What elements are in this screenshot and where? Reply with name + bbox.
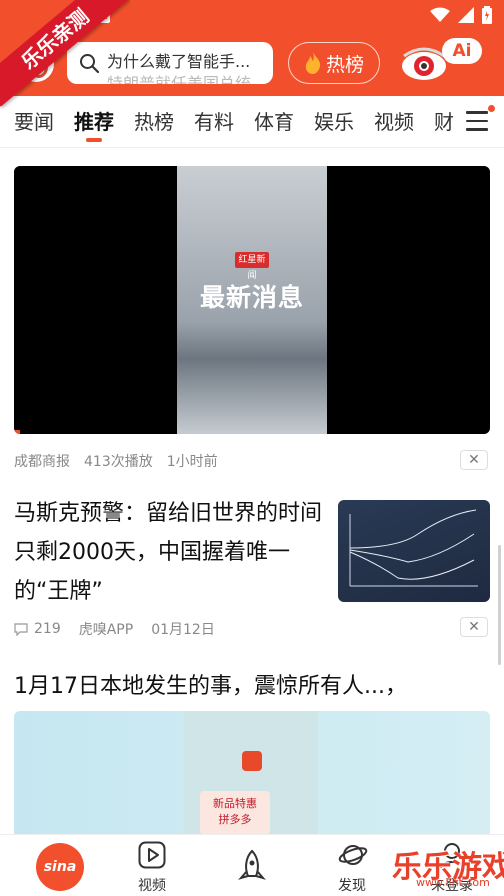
nav-home[interactable]: sina: [10, 835, 90, 896]
hot-list-button[interactable]: 热榜: [288, 42, 380, 84]
signal-icon: [458, 7, 474, 23]
promo-tag: 新品特惠 拼多多: [200, 791, 270, 835]
play-icon: [138, 841, 166, 869]
tab-finance[interactable]: 财: [434, 106, 454, 135]
sina-home-icon: sina: [36, 843, 84, 891]
tab-hot[interactable]: 热榜: [134, 106, 174, 135]
bottom-nav: sina 视频 发现 未登录: [0, 834, 504, 896]
comment-count: 219: [34, 621, 61, 637]
rocket-icon: [238, 849, 266, 880]
hot-list-label: 热榜: [325, 53, 364, 76]
nav-video[interactable]: 视频: [112, 835, 192, 896]
hamburger-icon: [466, 111, 488, 131]
article2-title[interactable]: 1月17日本地发生的事，震惊所有人...，: [14, 668, 407, 700]
sina-logo-icon: [18, 46, 54, 82]
ai-badge: Ai: [442, 38, 482, 64]
planet-icon: [338, 845, 368, 865]
article-source: 虎嗅APP: [78, 622, 134, 638]
battery-icon: [482, 6, 492, 24]
nav-rocket[interactable]: [212, 835, 292, 896]
wifi-icon: [430, 7, 450, 22]
scrollbar[interactable]: [498, 545, 501, 665]
app-header: A 为什么戴了智能手... 特朗普就任美国总统 热榜 Ai: [0, 0, 504, 96]
article2-image-center: 新品特惠 拼多多: [184, 711, 318, 841]
user-icon: [440, 843, 464, 869]
notification-dot: [488, 105, 495, 112]
tab-entertainment[interactable]: 娱乐: [314, 106, 354, 135]
search-box[interactable]: 为什么戴了智能手... 特朗普就任美国总统: [67, 42, 273, 84]
video-thumbnail: 红星新闻 最新消息: [177, 166, 327, 434]
tab-youliao[interactable]: 有料: [194, 106, 234, 135]
video-card[interactable]: 红星新闻 最新消息: [14, 166, 490, 434]
video-plays: 413次播放: [84, 454, 153, 470]
search-next-query-text: 特朗普就任美国总统: [107, 74, 252, 84]
tab-recommend[interactable]: 推荐: [74, 106, 114, 135]
status-icons: [430, 6, 492, 24]
flame-icon: [305, 52, 321, 74]
dismiss-video-button[interactable]: ✕: [460, 450, 488, 470]
nav-video-label: 视频: [138, 878, 166, 894]
nav-discover-label: 发现: [338, 878, 366, 894]
nav-discover[interactable]: 发现: [312, 835, 392, 896]
comment-icon: [14, 622, 28, 636]
search-query-text: 为什么戴了智能手...: [107, 52, 251, 71]
tab-video[interactable]: 视频: [374, 106, 414, 135]
channel-tabs: 要闻 推荐 热榜 有料 体育 娱乐 视频 财: [0, 96, 504, 148]
nav-profile-label: 未登录: [431, 878, 473, 894]
nav-profile[interactable]: 未登录: [412, 835, 492, 896]
video-meta: 成都商报 413次播放 1小时前: [14, 451, 232, 471]
article2-image[interactable]: 新品特惠 拼多多: [14, 711, 490, 841]
channel-menu-button[interactable]: [454, 96, 504, 147]
video-source-logo: 红星新闻: [235, 252, 269, 281]
ai-assistant-button[interactable]: Ai: [398, 38, 488, 84]
mascot-eye-icon: [402, 47, 446, 80]
notification-app-icon: A: [96, 9, 110, 23]
status-bar: A: [0, 0, 504, 32]
article-meta: 219 虎嗅APP 01月12日: [14, 619, 233, 639]
article-thumbnail[interactable]: [338, 500, 490, 602]
app-logo[interactable]: [0, 0, 60, 96]
article-title[interactable]: 马斯克预警：留给旧世界的时间只剩2000天，中国握着唯一的“王牌”: [14, 494, 332, 611]
video-overlay-title: 最新消息: [199, 283, 304, 312]
chart-graphic-icon: [349, 509, 478, 587]
shopping-app-icon: [242, 751, 262, 771]
video-source: 成都商报: [14, 454, 70, 470]
tab-news[interactable]: 要闻: [14, 106, 54, 135]
dismiss-article-button[interactable]: ✕: [460, 617, 488, 637]
article-date: 01月12日: [151, 622, 215, 638]
tab-sports[interactable]: 体育: [254, 106, 294, 135]
video-progress: [14, 430, 20, 434]
active-tab-indicator: [86, 138, 102, 142]
video-time: 1小时前: [166, 454, 218, 470]
search-icon: [80, 54, 99, 73]
